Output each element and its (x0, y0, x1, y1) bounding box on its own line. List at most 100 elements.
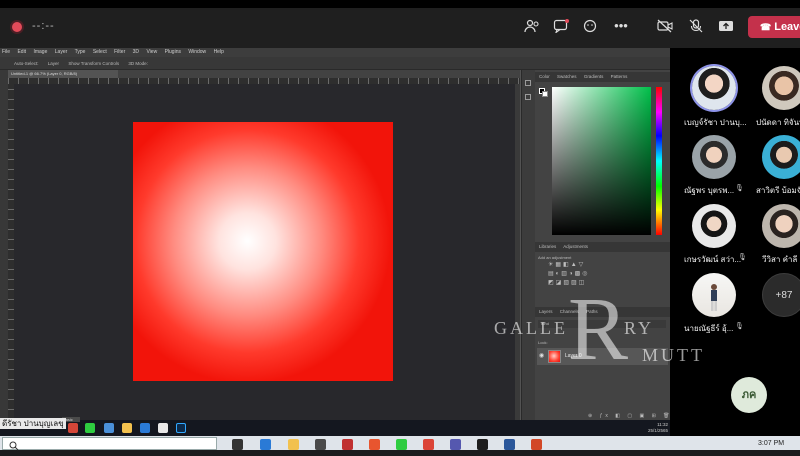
ps-document-tab[interactable]: Untitled-1 @ 66.7% (Layer 0, RGB/8) (8, 70, 118, 78)
participant-name: วีวิสา คำลี (762, 255, 798, 264)
ps-menu-3d[interactable]: 3D (133, 49, 139, 55)
more-icon[interactable]: ••• (612, 19, 630, 33)
auto-select-dropdown[interactable]: Layer (48, 61, 59, 66)
leave-label: Leave (774, 21, 800, 33)
layers-footer-icons[interactable]: ⊕ ƒx ◧ ▢ ▣ ⊞ 🗑 (588, 413, 673, 419)
meeting-timer: --:-- (32, 20, 55, 32)
store-icon[interactable] (315, 439, 326, 450)
ps-menu-view[interactable]: View (146, 49, 157, 55)
participant-name: ณัฐพร บุตรพ... (684, 186, 735, 195)
participant-name: เกษรวัฒน์ สว่า... (684, 255, 742, 264)
phone-hangup-icon: ☎ (760, 22, 772, 32)
show-transform-checkbox[interactable]: Show Transform Controls (68, 61, 119, 66)
remote-line-icon[interactable] (85, 423, 95, 433)
os-clock: 3:07 PM (758, 440, 785, 447)
muted-mic-icon: 🎙 (735, 185, 744, 192)
participant-avatar[interactable] (692, 66, 736, 110)
tab-color[interactable]: Color (539, 74, 550, 79)
ps-scrollbar[interactable] (515, 84, 520, 420)
remote-app-icon[interactable] (158, 423, 168, 433)
ps-options-bar: Auto-Select: Layer Show Transform Contro… (0, 57, 670, 70)
ps-document-image[interactable] (133, 122, 393, 381)
remote-clock: 11:32 25/1/2565 (644, 422, 668, 434)
ps-menu-edit[interactable]: Edit (17, 49, 26, 55)
ps-menu-layer[interactable]: Layer (55, 49, 68, 55)
participant-name: สาวิตรี บ้อมจั... (756, 186, 800, 195)
tab-patterns[interactable]: Patterns (611, 74, 628, 79)
watermark-gallery-text: GALLE (494, 318, 568, 338)
teams-icon[interactable] (450, 439, 461, 450)
presenter-name-tooltip: ดีรัชา ปานบุญเลขุ (0, 418, 66, 429)
app-icon[interactable] (369, 439, 380, 450)
participant-avatar[interactable] (692, 204, 736, 248)
more-participants-button[interactable]: +87 (762, 273, 800, 317)
participant-avatar[interactable] (692, 273, 736, 317)
layer-thumbnail (548, 350, 561, 363)
remote-folder-icon[interactable] (122, 423, 132, 433)
watermark-mutt-text: MUTT (642, 345, 705, 365)
visibility-eye-icon[interactable]: ◉ (539, 353, 544, 359)
color-panel-tabs: Color Swatches Gradients Patterns (535, 72, 670, 82)
hue-slider[interactable] (656, 87, 662, 235)
color-picker-field[interactable] (552, 87, 651, 235)
ps-menu-help[interactable]: Help (214, 49, 224, 55)
participant-name: ปนัดดา ทิจันทา (756, 118, 800, 127)
ps-menu-select[interactable]: Select (93, 49, 107, 55)
tab-libraries[interactable]: Libraries (539, 244, 556, 249)
ps-menu-filter[interactable]: Filter (114, 49, 125, 55)
os-search-box[interactable] (2, 437, 217, 451)
participant-name: นายณัฐธีร์ อุ้... (684, 324, 734, 333)
remote-photoshop-icon[interactable] (176, 423, 186, 433)
line-icon[interactable] (396, 439, 407, 450)
reactions-icon[interactable] (582, 19, 600, 33)
adjustment-icons-row-1[interactable]: ☀▦◧▲▽ (548, 262, 585, 268)
properties-icon[interactable] (525, 94, 531, 100)
ps-menu-file[interactable]: File (2, 49, 10, 55)
mic-off-icon[interactable] (687, 19, 705, 33)
history-icon[interactable] (525, 80, 531, 86)
watermark-ry-text: RY (624, 318, 655, 338)
participant-name: เบญจ์รัชา ปานบุ... (684, 118, 747, 127)
participant-avatar[interactable] (762, 204, 800, 248)
auto-select-checkbox[interactable]: Auto-Select: (14, 61, 39, 66)
camera-off-icon[interactable] (656, 19, 674, 33)
recording-indicator-icon (12, 22, 22, 32)
ps-menu-plugins[interactable]: Plugins (165, 49, 181, 55)
chrome-icon[interactable] (423, 439, 434, 450)
tab-gradients[interactable]: Gradients (584, 74, 604, 79)
ps-menu-window[interactable]: Window (188, 49, 206, 55)
adjustment-icons-row-2[interactable]: ▤◐▥◑▩◎ (548, 271, 590, 277)
app-icon[interactable] (477, 439, 488, 450)
share-icon[interactable] (717, 19, 735, 33)
ps-menu-image[interactable]: Image (33, 49, 47, 55)
ps-collapsed-panels (521, 70, 535, 420)
background-color-swatch[interactable] (542, 91, 548, 97)
remote-app-icon[interactable] (104, 423, 114, 433)
tab-layers[interactable]: Layers (539, 309, 553, 314)
remote-date: 25/1/2565 (647, 428, 668, 433)
remote-app-icon[interactable] (140, 423, 150, 433)
leave-button[interactable]: ☎Leave (748, 16, 800, 38)
muted-mic-icon: 🎙 (738, 254, 747, 261)
participant-avatar[interactable] (692, 135, 736, 179)
chat-icon[interactable] (552, 19, 570, 34)
file-explorer-icon[interactable] (288, 439, 299, 450)
powerpoint-icon[interactable] (531, 439, 542, 450)
title-strip (0, 0, 800, 8)
task-view-icon[interactable] (232, 439, 243, 450)
edge-icon[interactable] (260, 439, 271, 450)
remote-app-icon[interactable] (68, 423, 78, 433)
self-avatar[interactable]: ภค (731, 377, 767, 413)
people-icon[interactable] (523, 19, 541, 33)
watermark-r-logo: R (568, 280, 629, 379)
word-icon[interactable] (504, 439, 515, 450)
adjustments-subtitle: Add an adjustment (538, 255, 572, 260)
participant-avatar[interactable] (762, 66, 800, 110)
ps-tools-panel[interactable] (0, 70, 8, 420)
muted-mic-icon: 🎙 (735, 323, 744, 330)
tab-swatches[interactable]: Swatches (557, 74, 577, 79)
app-icon[interactable] (342, 439, 353, 450)
participant-avatar[interactable] (762, 135, 800, 179)
tab-adjustments[interactable]: Adjustments (563, 244, 588, 249)
ps-menu-type[interactable]: Type (75, 49, 86, 55)
